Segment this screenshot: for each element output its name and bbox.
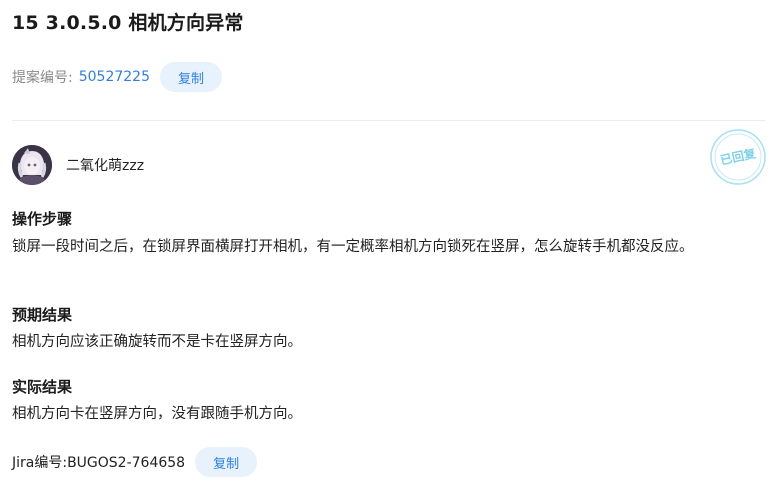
copy-jira-button[interactable]: 复制 [195,447,258,477]
expected-body: 相机方向应该正确旋转而不是卡在竖屏方向。 [12,334,302,350]
expected-title: 预期结果 [12,306,73,324]
proposal-row: 提案编号: 50527225 复制 [12,62,222,92]
jira-row: Jira编号:BUGOS2-764658 复制 [12,447,258,477]
actual-body: 相机方向卡在竖屏方向，没有跟随手机方向。 [12,406,302,422]
avatar[interactable] [12,145,52,185]
proposal-id[interactable]: 50527225 [79,69,150,85]
divider [12,120,766,121]
stamp-text: 已回复 [719,145,758,167]
replied-stamp-icon: 已回复 [710,129,766,185]
steps-body: 锁屏一段时间之后，在锁屏界面横屏打开相机，有一定概率相机方向锁死在竖屏，怎么旋转… [12,239,694,255]
replied-stamp: 已回复 [709,128,767,186]
author-name[interactable]: 二氧化萌zzz [66,155,144,175]
issue-title: 15 3.0.5.0 相机方向异常 [12,12,244,34]
actual-title: 实际结果 [12,378,73,396]
author-info: 二氧化萌zzz [12,145,144,185]
avatar-image [12,145,52,185]
jira-label: Jira编号:BUGOS2-764658 [12,455,186,471]
proposal-label: 提案编号: [12,70,73,86]
steps-title: 操作步骤 [12,210,73,228]
copy-proposal-button[interactable]: 复制 [159,62,222,92]
